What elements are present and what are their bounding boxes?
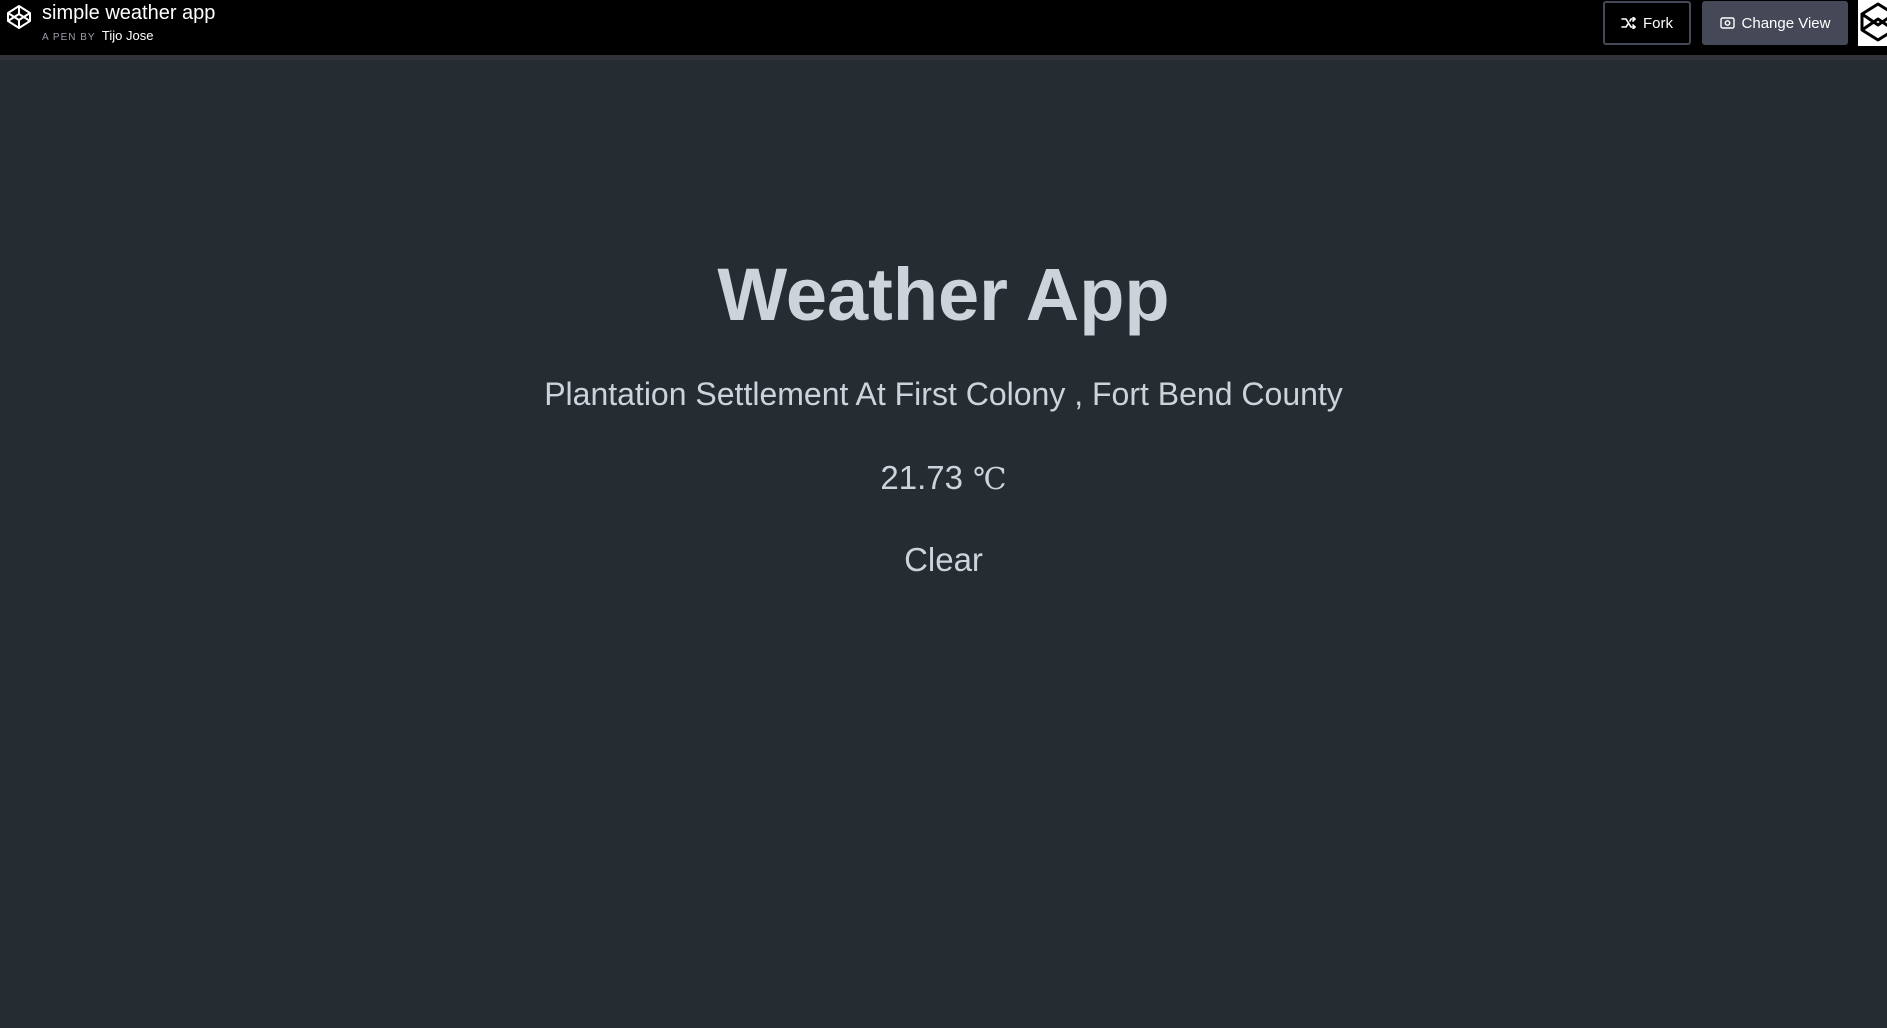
app-title: Weather App <box>717 253 1170 336</box>
fork-button-label: Fork <box>1643 14 1673 32</box>
fork-button[interactable]: Fork <box>1603 1 1691 45</box>
codepen-logo-icon <box>1860 2 1887 42</box>
fork-icon <box>1621 17 1636 29</box>
temperature-value: 21.73 <box>880 459 964 496</box>
pen-title[interactable]: simple weather app <box>42 1 215 25</box>
pen-author-line: A PEN BY Tijo Jose <box>42 28 153 46</box>
change-view-button-label: Change View <box>1741 14 1831 32</box>
user-avatar[interactable] <box>1858 0 1887 46</box>
codepen-logo-icon[interactable] <box>6 4 32 30</box>
location-name: Plantation Settlement At First Colony , … <box>544 376 1343 412</box>
temperature-readout: 21.73 ℃ <box>0 458 1887 500</box>
top-bar: simple weather app A PEN BY Tijo Jose Fo… <box>0 0 1887 60</box>
pen-author-link[interactable]: Tijo Jose <box>102 28 154 43</box>
weather-condition: Clear <box>904 541 983 578</box>
pen-by-label: A PEN BY <box>42 32 96 43</box>
change-view-button[interactable]: Change View <box>1702 1 1848 45</box>
eye-icon <box>1719 17 1735 29</box>
weather-app-preview: Weather App Plantation Settlement At Fir… <box>0 60 1887 1028</box>
temperature-unit: ℃ <box>973 463 1007 496</box>
